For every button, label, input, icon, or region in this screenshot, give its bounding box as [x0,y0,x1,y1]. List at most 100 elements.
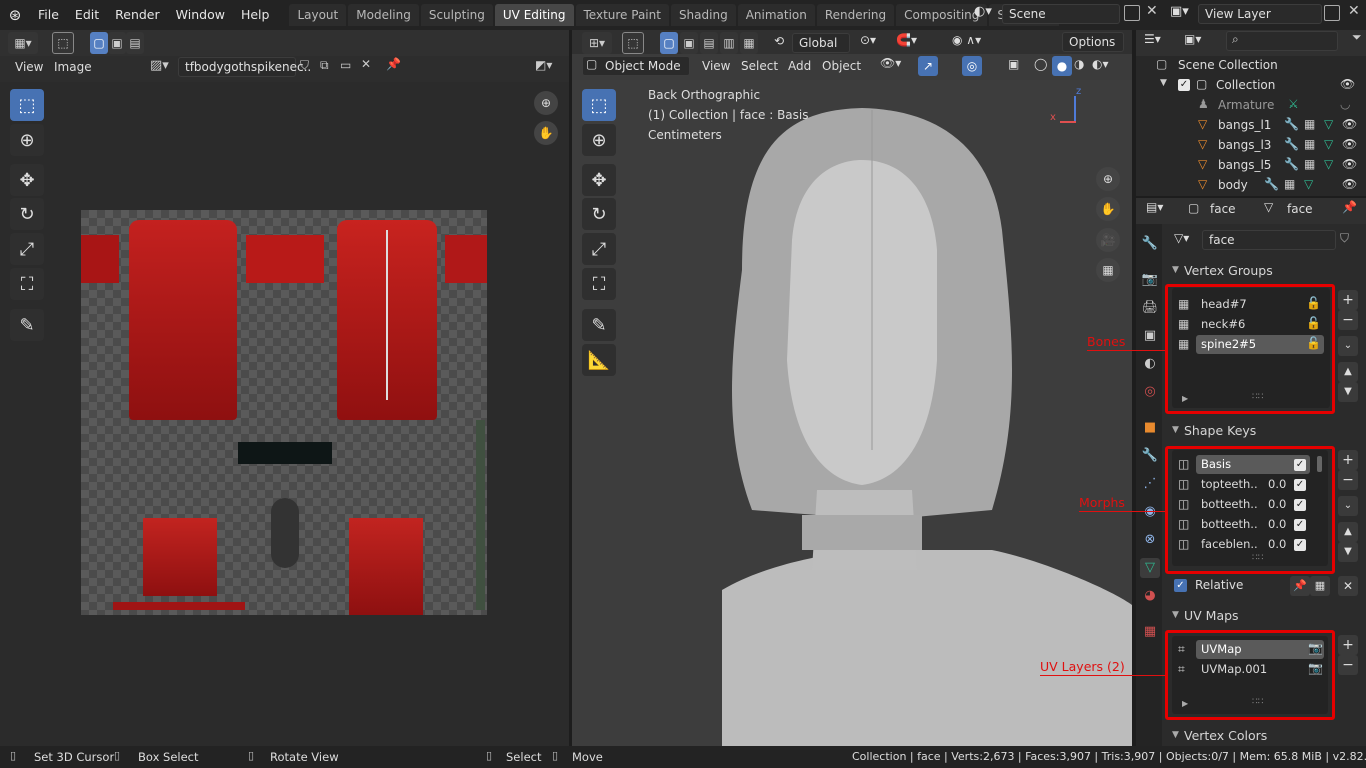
uv-pan-hand-icon[interactable]: ✋ [534,121,558,145]
tab-layout[interactable]: Layout [289,4,347,26]
uv-map-add-button[interactable]: + [1338,635,1358,655]
mesh-fake-user-icon[interactable]: ⛉ [1340,231,1349,246]
visibility-eye-icon[interactable]: 👁 [1342,117,1357,131]
viewport-pan-hand-icon[interactable]: ✋ [1096,197,1120,221]
menu-render[interactable]: Render [107,0,168,30]
tool-scale[interactable]: ⤢ [10,233,44,265]
mesh-data-properties-icon[interactable]: ▽ [1140,558,1160,578]
viewport-tool-select[interactable]: ⬚ [582,89,616,121]
pin-icon[interactable]: 📌 [386,57,401,71]
viewport-select-new-icon[interactable]: ▢ [660,32,678,54]
mesh-name-field[interactable]: face [1202,230,1336,250]
uv-map-remove-button[interactable]: − [1338,655,1358,675]
viewport-menu-view[interactable]: View [702,59,730,73]
viewport-tool-measure[interactable]: 📐 [582,344,616,376]
shading-material-icon[interactable]: ◑ [1074,57,1084,71]
tool-annotate[interactable]: ✎ [10,309,44,341]
modifier-properties-icon[interactable]: 🔧 [1140,446,1160,466]
scene-icon[interactable]: ◐▾ [974,4,996,24]
viewport-select-invert-icon[interactable]: ▥ [720,32,738,54]
texture-properties-icon[interactable]: ▦ [1140,622,1160,642]
shape-key-pin-button[interactable]: 📌 [1290,576,1310,596]
blender-logo-icon[interactable]: ⊛ [0,6,30,24]
tab-sculpting[interactable]: Sculpting [420,4,493,26]
vertex-groups-title[interactable]: Vertex Groups [1184,263,1273,278]
viewport-menu-object[interactable]: Object [822,59,861,73]
image-name-field[interactable]: tfbodygothspikenec.. [178,57,311,77]
armature-hidden-icon[interactable]: ◡ [1340,97,1350,111]
menu-file[interactable]: File [30,0,67,30]
view-layer-properties-icon[interactable]: ▣ [1140,326,1160,346]
viewport-options-button[interactable]: Options [1062,32,1124,52]
display-channels-icon[interactable]: ◩▾ [535,58,552,72]
shape-key-specials-button[interactable]: ⌄ [1338,496,1358,516]
visibility-eye-icon[interactable]: 👁 [1342,137,1357,151]
outliner-item-body[interactable]: body [1218,178,1248,192]
outliner-collection[interactable]: Collection [1216,78,1275,92]
scene-properties-icon[interactable]: ◐ [1140,354,1160,374]
transform-orientation-selector[interactable]: Global [792,33,850,53]
outliner-item-bangs-l1[interactable]: bangs_l1 [1218,118,1271,132]
tool-cursor[interactable]: ⊕ [10,124,44,156]
uv-menu-view[interactable]: View [15,60,43,74]
shape-key-add-button[interactable]: + [1338,450,1358,470]
shape-key-clear-button[interactable]: ✕ [1338,576,1358,596]
scene-selector[interactable]: Scene [1002,4,1120,24]
gizmo-icon[interactable]: ↗ [918,56,938,76]
outliner-item-armature[interactable]: Armature [1218,98,1274,112]
viewport-select-subtract-icon[interactable]: ▤ [700,32,718,54]
tool-transform[interactable]: ⛶ [10,268,44,300]
outliner-item-bangs-l3[interactable]: bangs_l3 [1218,138,1271,152]
fake-user-shield-icon[interactable]: ⛉ [300,58,309,73]
viewport-tool-transform[interactable]: ⛶ [582,268,616,300]
viewport-select-tool-icon[interactable]: ⬚ [622,32,644,54]
select-mode-extend-icon[interactable]: ▣ [108,32,126,54]
view-layer-selector[interactable]: View Layer [1198,4,1322,24]
tab-texture-paint[interactable]: Texture Paint [575,4,669,26]
outliner-item-bangs-l5[interactable]: bangs_l5 [1218,158,1271,172]
select-tool-icon[interactable]: ⬚ [52,32,74,54]
pivot-point-icon[interactable]: ⊙▾ [860,33,876,47]
select-mode-subtract-icon[interactable]: ▤ [126,32,144,54]
open-image-folder-icon[interactable]: ▭ [340,58,351,72]
new-view-layer-icon[interactable] [1324,5,1340,21]
vertex-colors-title[interactable]: Vertex Colors [1184,728,1267,743]
collection-visibility-icon[interactable]: 👁 [1340,77,1355,91]
render-properties-icon[interactable]: 📷 [1140,270,1160,290]
object-mode-selector[interactable]: Object Mode [582,56,690,76]
menu-window[interactable]: Window [168,0,233,30]
vertex-group-move-down-button[interactable]: ▼ [1338,382,1358,402]
shape-keys-title[interactable]: Shape Keys [1184,423,1256,438]
select-mode-new-icon[interactable]: ▢ [90,32,108,54]
shape-key-move-down-button[interactable]: ▼ [1338,542,1358,562]
uv-zoom-icon[interactable]: ⊕ [534,91,558,115]
relative-checkbox[interactable]: ✓ [1174,579,1187,592]
object-properties-icon[interactable]: ■ [1140,418,1160,438]
outliner-search-input[interactable] [1226,31,1338,51]
vertex-colors-collapse-icon[interactable]: ▼ [1172,730,1179,740]
new-scene-icon[interactable] [1124,5,1140,21]
physics-properties-icon[interactable]: ◉ [1140,502,1160,522]
visibility-icon[interactable]: 👁▾ [880,56,901,70]
properties-pin-icon[interactable]: 📌 [1342,200,1357,214]
proportional-edit-icon[interactable]: ◉ ∧▾ [952,33,981,47]
tab-modeling[interactable]: Modeling [348,4,419,26]
editor-type-icon[interactable]: ▦▾ [8,32,38,54]
viewport-select-extend-icon[interactable]: ▣ [680,32,698,54]
collection-checkbox[interactable]: ✓ [1178,79,1190,91]
view-layer-icon[interactable]: ▣▾ [1170,4,1189,19]
uv-maps-collapse-icon[interactable]: ▼ [1172,610,1179,620]
vertex-group-remove-button[interactable]: − [1338,310,1358,330]
shading-rendered-icon[interactable]: ◐▾ [1092,57,1109,71]
mesh-browse-icon[interactable]: ▽▾ [1174,231,1189,245]
particles-properties-icon[interactable]: ⋰ [1140,474,1160,494]
viewport-select-intersect-icon[interactable]: ▦ [740,32,758,54]
perspective-toggle-icon[interactable]: ▦ [1096,258,1120,282]
viewport-tool-annotate[interactable]: ✎ [582,309,616,341]
vertex-groups-collapse-icon[interactable]: ▼ [1172,265,1179,275]
output-properties-icon[interactable]: 🖨 [1140,298,1160,318]
vertex-group-move-up-button[interactable]: ▲ [1338,362,1358,382]
viewport-tool-move[interactable]: ✥ [582,164,616,196]
shape-key-edit-mode-button[interactable]: ▦ [1310,576,1330,596]
collection-expand-icon[interactable]: ▼ [1160,78,1167,88]
